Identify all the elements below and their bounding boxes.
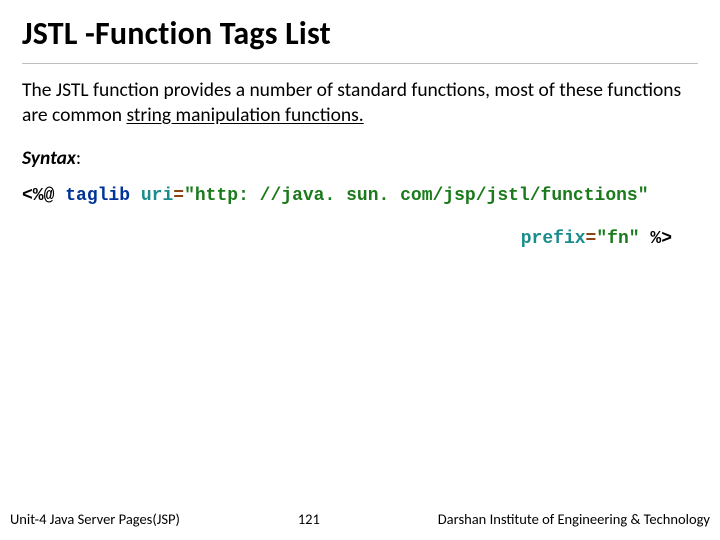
slide-body: JSTL -Function Tags List The JSTL functi…: [0, 0, 720, 252]
code-eq1: =: [173, 186, 184, 206]
code-attr-uri: uri: [141, 186, 173, 206]
code-close: %>: [650, 229, 672, 249]
code-attr-prefix: prefix: [521, 229, 586, 249]
code-uri-val: "http: //java. sun. com/jsp/jstl/functio…: [184, 186, 648, 206]
code-line-2: prefix="fn" %>: [22, 227, 698, 252]
intro-paragraph: The JSTL function provides a number of s…: [22, 78, 698, 128]
footer-left: Unit-4 Java Server Pages(JSP): [10, 510, 180, 528]
intro-underlined: string manipulation functions.: [126, 103, 363, 127]
code-eq2: =: [586, 229, 597, 249]
footer-page-number: 121: [180, 510, 438, 528]
code-prefix-val: "fn": [596, 229, 639, 249]
footer: Unit-4 Java Server Pages(JSP) 121 Darsha…: [0, 510, 720, 528]
syntax-word: Syntax: [22, 146, 76, 170]
code-directive: taglib: [65, 186, 130, 206]
syntax-label: Syntax:: [22, 146, 698, 170]
slide-title: JSTL -Function Tags List: [22, 14, 698, 64]
code-block: <%@ taglib uri="http: //java. sun. com/j…: [22, 184, 698, 252]
footer-right: Darshan Institute of Engineering & Techn…: [438, 510, 710, 528]
code-line-1: <%@ taglib uri="http: //java. sun. com/j…: [22, 184, 698, 209]
code-open: <%@: [22, 186, 54, 206]
syntax-colon: :: [76, 146, 81, 170]
